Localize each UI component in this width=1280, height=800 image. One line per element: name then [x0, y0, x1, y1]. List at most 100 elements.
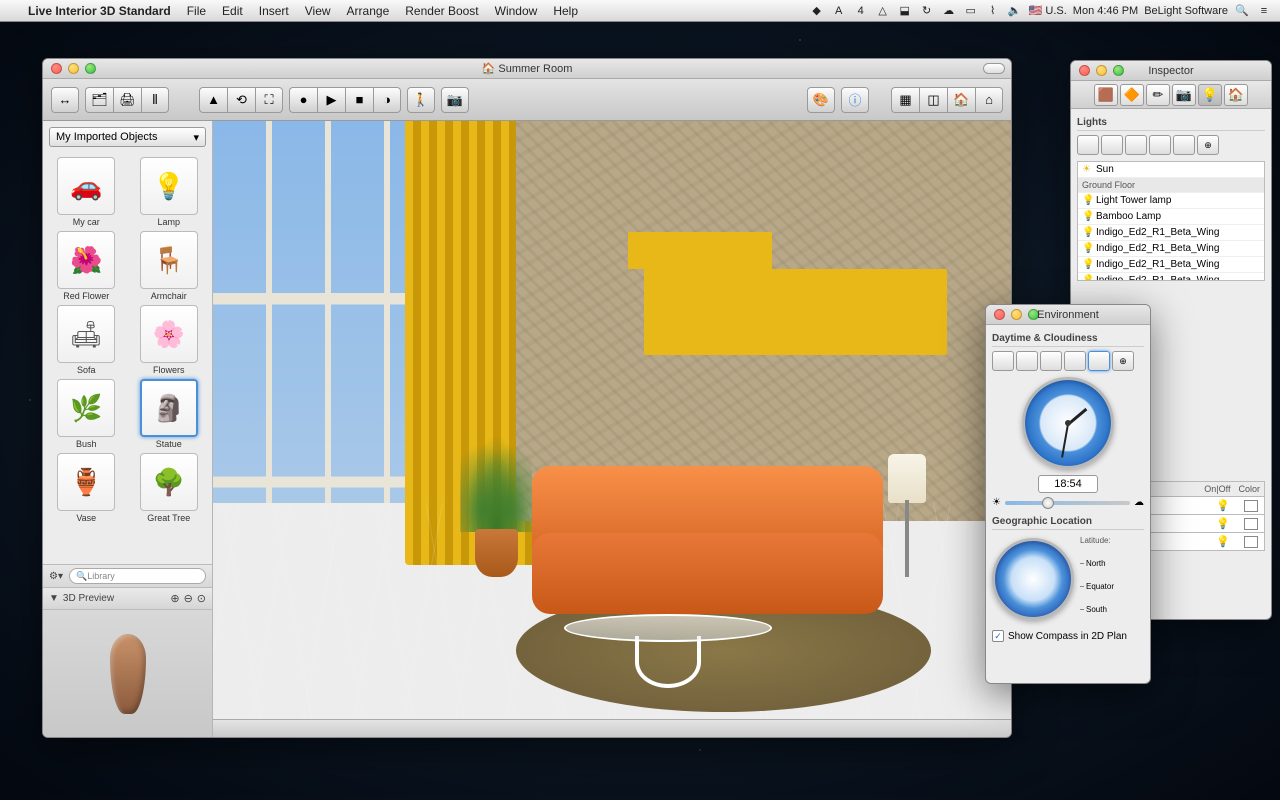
light-row[interactable]: ☀Sun — [1078, 162, 1264, 178]
library-category-select[interactable]: My Imported Objects▾ — [49, 127, 206, 147]
zoom-reset-icon[interactable]: ⊙ — [197, 592, 206, 605]
zoom-button[interactable] — [1028, 309, 1039, 320]
back-button[interactable]: ↔ — [51, 87, 79, 113]
record-button[interactable]: ● — [289, 87, 317, 113]
dropbox-icon[interactable]: ⬓ — [897, 3, 913, 19]
time-input[interactable]: 18:54 — [1038, 475, 1098, 493]
time-preset-custom[interactable]: ⊕ — [1112, 351, 1134, 371]
menu-edit[interactable]: Edit — [214, 4, 251, 18]
env-titlebar[interactable]: Environment — [986, 305, 1150, 325]
sync-icon[interactable]: ↻ — [919, 3, 935, 19]
menu-file[interactable]: File — [179, 4, 214, 18]
light-preset-add[interactable]: ⊕ — [1197, 135, 1219, 155]
library-tab[interactable]: 🗂 — [85, 87, 113, 113]
tab-materials[interactable]: 🔶 — [1120, 84, 1144, 106]
app-name[interactable]: Live Interior 3D Standard — [20, 4, 179, 18]
menubar-company[interactable]: BeLight Software — [1144, 5, 1228, 17]
cloud-icon[interactable]: ☁ — [941, 3, 957, 19]
walkthrough-button[interactable]: 🚶 — [407, 87, 435, 113]
library-item[interactable]: 💡Lamp — [130, 157, 209, 227]
library-item[interactable]: 🌺Red Flower — [47, 231, 126, 301]
main-titlebar[interactable]: 🏠 Summer Room — [43, 59, 1011, 79]
minimize-button[interactable] — [1011, 309, 1022, 320]
num-icon[interactable]: 4 — [853, 3, 869, 19]
library-item[interactable]: 🪑Armchair — [130, 231, 209, 301]
close-button[interactable] — [1079, 65, 1090, 76]
light-preset-5[interactable] — [1173, 135, 1195, 155]
library-search[interactable]: 🔍 Library — [69, 568, 206, 584]
menu-arrange[interactable]: Arrange — [339, 4, 398, 18]
time-preset-4[interactable] — [1064, 351, 1086, 371]
library-thumb[interactable]: 🌿 — [57, 379, 115, 437]
stop-button[interactable]: ■ — [345, 87, 373, 113]
light-preset-4[interactable] — [1149, 135, 1171, 155]
view-home[interactable]: ⌂ — [975, 87, 1003, 113]
print-button[interactable]: 🖨 — [113, 87, 141, 113]
show-compass-checkbox[interactable]: ✓Show Compass in 2D Plan — [992, 630, 1144, 642]
snapshot-button[interactable]: 📷 — [441, 87, 469, 113]
library-thumb[interactable]: 🌳 — [140, 453, 198, 511]
view-3d[interactable]: 🏠 — [947, 87, 975, 113]
library-thumb[interactable]: 🪑 — [140, 231, 198, 289]
time-preset-1[interactable] — [992, 351, 1014, 371]
color-swatch[interactable] — [1244, 500, 1258, 512]
library-thumb[interactable]: 🏺 — [57, 453, 115, 511]
latitude-scale[interactable]: Latitude: North Equator South — [1080, 534, 1124, 616]
render-button[interactable]: 🎨 — [807, 87, 835, 113]
time-clock[interactable] — [1022, 377, 1114, 469]
compass[interactable] — [992, 538, 1074, 620]
select-tool[interactable]: ▲ — [199, 87, 227, 113]
cloudiness-slider[interactable] — [1005, 501, 1130, 505]
wifi-icon[interactable]: ⌇ — [985, 3, 1001, 19]
adobe-icon[interactable]: A — [831, 3, 847, 19]
menu-renderboost[interactable]: Render Boost — [397, 4, 486, 18]
pan-tool[interactable]: ⛶ — [255, 87, 283, 113]
library-thumb[interactable]: 🚗 — [57, 157, 115, 215]
tab-building[interactable]: 🏠 — [1224, 84, 1248, 106]
tab-edit[interactable]: ✏ — [1146, 84, 1170, 106]
tab-camera[interactable]: 📷 — [1172, 84, 1196, 106]
time-preset-5[interactable] — [1088, 351, 1110, 371]
lights-list[interactable]: ☀SunGround Floor💡Light Tower lamp💡Bamboo… — [1077, 161, 1265, 281]
menu-window[interactable]: Window — [487, 4, 546, 18]
color-swatch[interactable] — [1244, 536, 1258, 548]
library-item[interactable]: 🌸Flowers — [130, 305, 209, 375]
close-button[interactable] — [994, 309, 1005, 320]
3d-viewport[interactable] — [213, 121, 1011, 737]
minimize-button[interactable] — [1096, 65, 1107, 76]
light-preset-3[interactable] — [1125, 135, 1147, 155]
menu-view[interactable]: View — [297, 4, 339, 18]
light-row[interactable]: 💡Indigo_Ed2_R1_Beta_Wing — [1078, 225, 1264, 241]
light-row[interactable]: 💡Bamboo Lamp — [1078, 209, 1264, 225]
time-preset-3[interactable] — [1040, 351, 1062, 371]
tab-lights[interactable]: 💡 — [1198, 84, 1222, 106]
menubar-clock[interactable]: Mon 4:46 PM — [1073, 5, 1138, 17]
time-preset-2[interactable] — [1016, 351, 1038, 371]
play-button[interactable]: ▶ — [317, 87, 345, 113]
volume-icon[interactable]: 🔈 — [1007, 3, 1023, 19]
drive-icon[interactable]: △ — [875, 3, 891, 19]
loop-button[interactable]: ◑ — [373, 87, 401, 113]
menu-help[interactable]: Help — [545, 4, 586, 18]
gear-icon[interactable]: ⚙▾ — [49, 571, 63, 582]
light-row[interactable]: 💡Indigo_Ed2_R1_Beta_Wing — [1078, 273, 1264, 281]
tab-object[interactable]: 🟫 — [1094, 84, 1118, 106]
light-preset-2[interactable] — [1101, 135, 1123, 155]
minimize-button[interactable] — [68, 63, 79, 74]
inspector-titlebar[interactable]: Inspector — [1071, 61, 1271, 81]
display-icon[interactable]: ▭ — [963, 3, 979, 19]
close-button[interactable] — [51, 63, 62, 74]
light-row[interactable]: 💡Light Tower lamp — [1078, 193, 1264, 209]
info-button[interactable]: ⓘ — [841, 87, 869, 113]
input-flag[interactable]: 🇺🇸 U.S. — [1029, 4, 1067, 17]
view-split[interactable]: ◫ — [919, 87, 947, 113]
zoom-in-icon[interactable]: ⊕ — [170, 592, 179, 605]
zoom-button[interactable] — [85, 63, 96, 74]
library-item[interactable]: 🌳Great Tree — [130, 453, 209, 523]
light-preset-1[interactable] — [1077, 135, 1099, 155]
light-row[interactable]: 💡Indigo_Ed2_R1_Beta_Wing — [1078, 241, 1264, 257]
library-item[interactable]: 🗿Statue — [130, 379, 209, 449]
preview-statue[interactable] — [110, 634, 146, 714]
library-item[interactable]: 🏺Vase — [47, 453, 126, 523]
toolbar-toggle[interactable] — [983, 63, 1005, 74]
